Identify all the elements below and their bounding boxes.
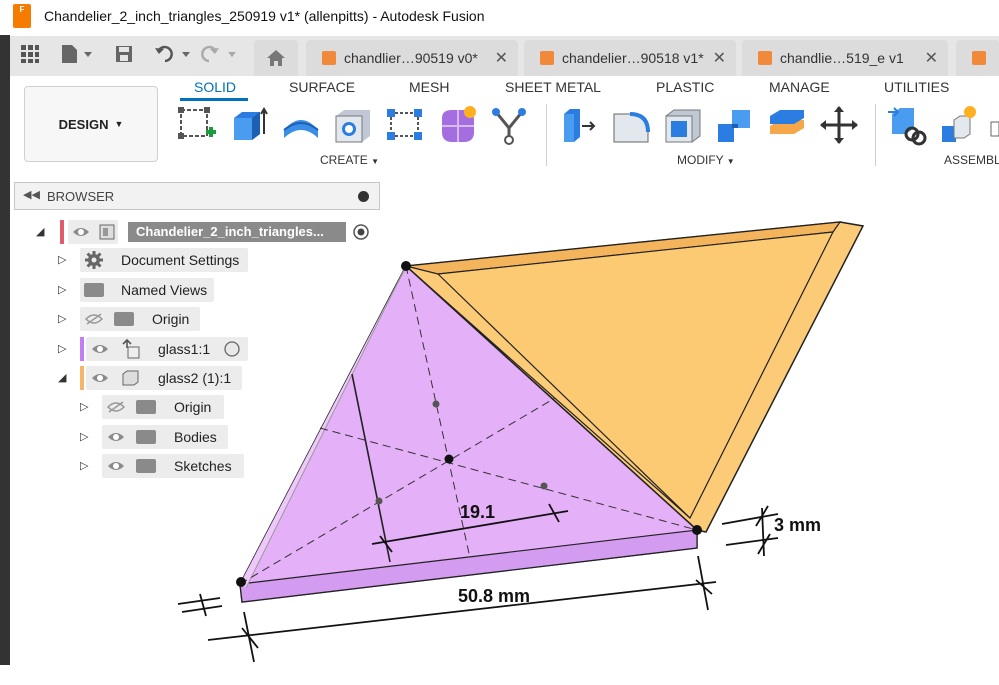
root-component-label[interactable]: Chandelier_2_inch_triangles... — [128, 222, 346, 242]
dimension-value-base[interactable]: 50.8 mm — [458, 586, 530, 606]
item-label: Sketches — [174, 458, 232, 474]
eye-hidden-icon[interactable] — [85, 313, 103, 325]
gear-icon — [85, 251, 103, 269]
browser-item-bodies[interactable]: ▷ Bodies — [80, 425, 280, 449]
anchored-component-icon — [122, 338, 140, 359]
component-color-bar — [80, 337, 84, 361]
vertex-point[interactable] — [401, 261, 411, 271]
folder-icon — [136, 459, 156, 473]
folder-icon — [114, 312, 134, 326]
item-label: glass2 (1):1 — [158, 370, 232, 386]
expand-arrow-icon[interactable]: ◢ — [58, 371, 66, 384]
expand-arrow-icon[interactable]: ▷ — [80, 400, 88, 413]
activate-radio-icon[interactable] — [352, 223, 370, 241]
browser-item-glass1[interactable]: ▷ glass1:1 — [58, 337, 258, 361]
collapse-icon[interactable]: ◀◀ — [23, 188, 40, 201]
dimension-value-inner[interactable]: 19.1 — [460, 502, 495, 522]
folder-icon — [84, 283, 104, 297]
browser-item-named-views[interactable]: ▷ Named Views — [58, 278, 258, 302]
browser-item-glass2[interactable]: ◢ glass2 (1):1 — [58, 366, 258, 390]
item-label: Named Views — [121, 282, 208, 298]
eye-icon[interactable] — [91, 372, 109, 384]
expand-arrow-icon[interactable]: ◢ — [36, 225, 44, 238]
browser-item-document-settings[interactable]: ▷ Document Settings — [58, 248, 258, 272]
expand-arrow-icon[interactable]: ▷ — [58, 342, 66, 355]
component-icon — [99, 224, 115, 240]
vertex-point[interactable] — [236, 577, 246, 587]
expand-arrow-icon[interactable]: ▷ — [58, 253, 66, 266]
eye-icon[interactable] — [91, 343, 109, 355]
folder-icon — [136, 430, 156, 444]
component-icon — [122, 370, 139, 386]
browser-panel-header[interactable]: ◀◀ BROWSER — [14, 182, 380, 210]
component-color-bar — [80, 366, 84, 390]
expand-arrow-icon[interactable]: ▷ — [58, 283, 66, 296]
item-label: glass1:1 — [158, 341, 211, 357]
eye-icon[interactable] — [107, 460, 125, 472]
item-label: Document Settings — [121, 252, 240, 268]
dimension-value-thickness[interactable]: 3 mm — [774, 515, 821, 535]
component-color-bar — [60, 220, 64, 244]
item-label: Bodies — [174, 429, 217, 445]
item-label: Origin — [174, 399, 212, 415]
folder-icon — [136, 400, 156, 414]
minimize-icon[interactable] — [358, 191, 369, 202]
browser-item-glass2-origin[interactable]: ▷ Origin — [80, 395, 280, 419]
activate-radio-icon[interactable] — [223, 340, 241, 358]
expand-arrow-icon[interactable]: ▷ — [58, 312, 66, 325]
browser-item-sketches[interactable]: ▷ Sketches — [80, 454, 280, 478]
expand-arrow-icon[interactable]: ▷ — [80, 430, 88, 443]
eye-icon[interactable] — [107, 431, 125, 443]
eye-hidden-icon[interactable] — [107, 401, 125, 413]
eye-icon[interactable] — [72, 226, 90, 238]
dimension-3mm[interactable]: 3 mm — [721, 505, 821, 557]
expand-arrow-icon[interactable]: ▷ — [80, 459, 88, 472]
vertex-point[interactable] — [692, 525, 702, 535]
browser-title: BROWSER — [47, 189, 115, 204]
item-label: Origin — [152, 311, 190, 327]
browser-item-origin[interactable]: ▷ Origin — [58, 307, 258, 331]
